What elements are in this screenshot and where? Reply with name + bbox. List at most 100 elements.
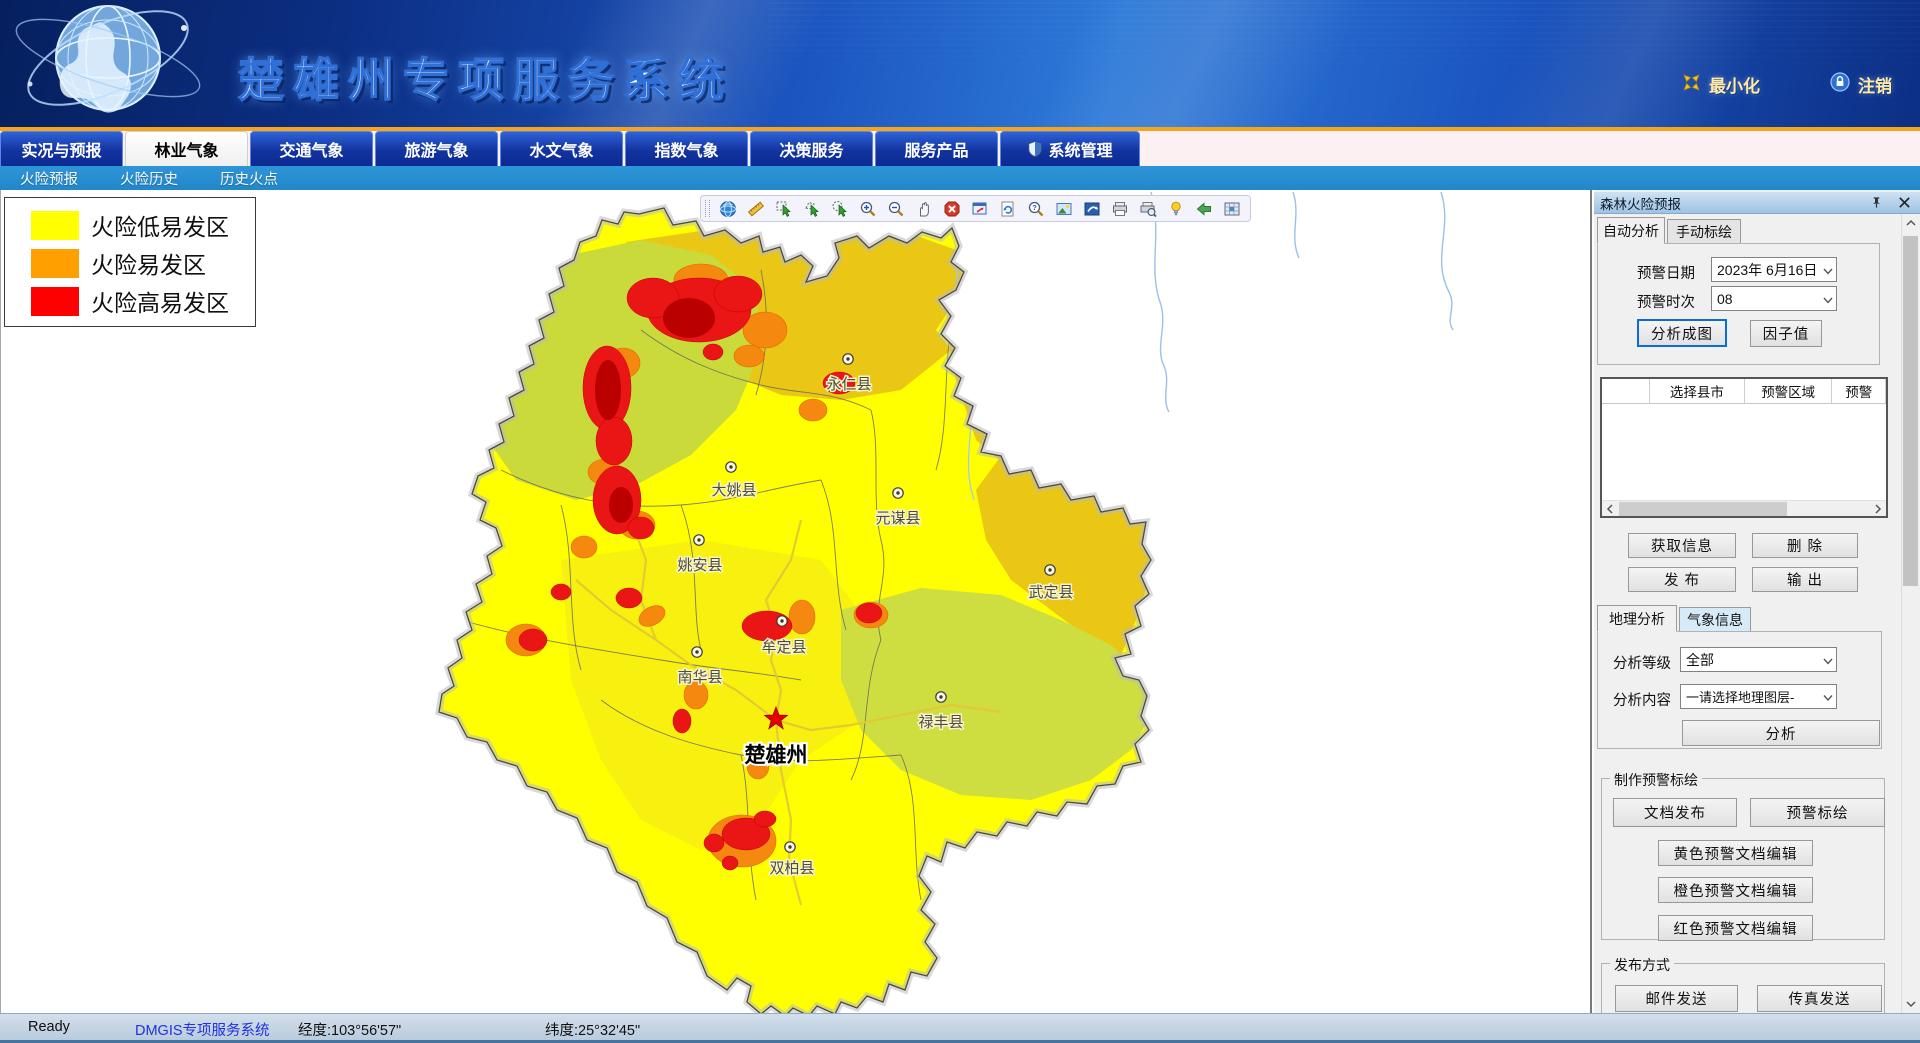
river-lines: [1151, 192, 1453, 412]
list-column-3[interactable]: 预警: [1832, 379, 1886, 403]
nav-tab-8[interactable]: 系统管理: [1000, 131, 1140, 166]
nav-tab-label: 指数气象: [654, 137, 718, 161]
tab-auto-analysis[interactable]: 自动分析: [1597, 217, 1665, 244]
image-export-icon[interactable]: [1054, 199, 1074, 219]
scroll-right-icon[interactable]: [1870, 501, 1886, 517]
logout-button[interactable]: 注销: [1830, 72, 1892, 97]
county-regions[interactable]: [421, 195, 1161, 1013]
legend-swatch: [31, 211, 79, 240]
warning-time-select[interactable]: 08: [1711, 286, 1837, 311]
minimize-icon: [1682, 73, 1701, 97]
select-circle-icon[interactable]: [830, 199, 850, 219]
legend-item-0: 火险低易发区: [31, 206, 255, 244]
list-column-0[interactable]: [1602, 379, 1650, 403]
chevron-down-icon: [1823, 262, 1833, 278]
nav-tab-4[interactable]: 水文气象: [500, 131, 623, 166]
red-warning-edit-button[interactable]: 红色预警文档编辑: [1658, 915, 1813, 941]
scroll-down-icon[interactable]: [1902, 995, 1919, 1013]
forest-fire-panel: 森林火险预报 自动分析 手动标绘 预警日期 2023年 6月16日 预警时次 0…: [1594, 190, 1920, 1013]
nav-tab-label: 实况与预报: [21, 137, 101, 161]
nav-tab-label: 林业气象: [154, 137, 218, 161]
town-marker-dot: [846, 357, 849, 360]
nav-tab-2[interactable]: 交通气象: [250, 131, 373, 166]
county-label: 大姚县: [711, 482, 756, 499]
subnav-item-0[interactable]: 火险预报: [20, 168, 78, 189]
bulb-icon[interactable]: [1166, 199, 1186, 219]
identify-icon[interactable]: ?: [1026, 199, 1046, 219]
svg-text:?: ?: [1032, 203, 1037, 212]
close-icon[interactable]: [1896, 194, 1912, 210]
town-marker-dot: [695, 650, 698, 653]
list-column-2[interactable]: 预警区域: [1745, 379, 1832, 403]
nav-tab-6[interactable]: 决策服务: [750, 131, 873, 166]
analyze-map-button[interactable]: 分析成图: [1637, 319, 1727, 347]
legend-item-1: 火险易发区: [31, 244, 255, 282]
tab-manual-plot[interactable]: 手动标绘: [1667, 219, 1741, 244]
map-export-icon[interactable]: [1082, 199, 1102, 219]
print-preview-icon[interactable]: [1138, 199, 1158, 219]
zoom-extent-icon[interactable]: [970, 199, 990, 219]
email-send-button[interactable]: 邮件发送: [1615, 985, 1738, 1012]
map-viewport[interactable]: 永仁县元谋县大姚县姚安县武定县牟定县南华县禄丰县双柏县 楚雄州 火险低易发区火险…: [0, 190, 1592, 1013]
vertical-scrollbar[interactable]: [1901, 214, 1918, 1013]
ruler-icon[interactable]: [746, 199, 766, 219]
county-label: 元谋县: [875, 510, 920, 527]
nav-tab-label: 交通气象: [279, 137, 343, 161]
back-icon[interactable]: [1194, 199, 1214, 219]
orange-warning-edit-button[interactable]: 橙色预警文档编辑: [1658, 877, 1813, 903]
zoom-in-icon[interactable]: [858, 199, 878, 219]
scroll-up-icon[interactable]: [1902, 214, 1919, 232]
warning-plot-button[interactable]: 预警标绘: [1750, 798, 1885, 827]
stop-icon[interactable]: [942, 199, 962, 219]
nav-tab-label: 水文气象: [529, 137, 593, 161]
nav-tab-0[interactable]: 实况与预报: [0, 131, 123, 166]
warning-list[interactable]: 选择县市预警区域预警: [1600, 377, 1888, 518]
delete-button[interactable]: 删 除: [1752, 533, 1858, 558]
select-rectangle-icon[interactable]: [774, 199, 794, 219]
list-column-1[interactable]: 选择县市: [1650, 379, 1745, 403]
nav-tab-1[interactable]: 林业气象: [125, 131, 248, 166]
subnav-item-2[interactable]: 历史火点: [220, 168, 278, 189]
toolbar-grip[interactable]: [705, 200, 710, 217]
analyze-button[interactable]: 分析: [1682, 720, 1880, 746]
publish-button[interactable]: 发 布: [1628, 567, 1736, 592]
get-info-button[interactable]: 获取信息: [1628, 533, 1736, 558]
horizontal-scrollbar[interactable]: [1602, 500, 1886, 516]
doc-publish-button[interactable]: 文档发布: [1613, 798, 1737, 827]
minimize-button[interactable]: 最小化: [1682, 72, 1760, 97]
analysis-content-select[interactable]: 一请选择地理图层-: [1680, 684, 1837, 709]
refresh-icon[interactable]: [998, 199, 1018, 219]
warning-date-label: 预警日期: [1637, 262, 1695, 283]
warning-date-select[interactable]: 2023年 6月16日: [1711, 257, 1837, 282]
tab-weather-info[interactable]: 气象信息: [1679, 607, 1751, 632]
yellow-warning-edit-button[interactable]: 黄色预警文档编辑: [1658, 840, 1813, 866]
scroll-left-icon[interactable]: [1602, 501, 1618, 517]
warning-time-label: 预警时次: [1637, 291, 1695, 312]
pan-icon[interactable]: [914, 199, 934, 219]
globe-icon[interactable]: [718, 199, 738, 219]
tab-geo-analysis[interactable]: 地理分析: [1597, 605, 1677, 632]
county-label: 南华县: [677, 669, 722, 686]
publish-method-title: 发布方式: [1610, 955, 1674, 975]
export-button[interactable]: 输 出: [1752, 567, 1858, 592]
analysis-level-select[interactable]: 全部: [1680, 647, 1837, 672]
factor-value-button[interactable]: 因子值: [1750, 320, 1822, 347]
pin-icon[interactable]: [1868, 194, 1884, 210]
town-marker-dot: [697, 538, 700, 541]
print-icon[interactable]: [1110, 199, 1130, 219]
status-longitude: 经度:103°56'57": [298, 1019, 401, 1040]
select-polygon-icon[interactable]: [802, 199, 822, 219]
warning-list-header: 选择县市预警区域预警: [1602, 379, 1886, 404]
sub-nav-bar: 火险预报 火险历史 历史火点: [0, 166, 1920, 190]
vscroll-thumb[interactable]: [1903, 236, 1918, 586]
zoom-out-icon[interactable]: [886, 199, 906, 219]
status-system-name[interactable]: DMGIS专项服务系统: [135, 1019, 270, 1040]
overview-map-icon[interactable]: [1222, 199, 1242, 219]
nav-tab-3[interactable]: 旅游气象: [375, 131, 498, 166]
nav-tab-5[interactable]: 指数气象: [625, 131, 748, 166]
subnav-item-1[interactable]: 火险历史: [120, 168, 178, 189]
nav-tab-7[interactable]: 服务产品: [875, 131, 998, 166]
fax-send-button[interactable]: 传真发送: [1757, 985, 1882, 1012]
legend-swatch: [31, 249, 79, 278]
hscroll-thumb[interactable]: [1619, 502, 1787, 516]
